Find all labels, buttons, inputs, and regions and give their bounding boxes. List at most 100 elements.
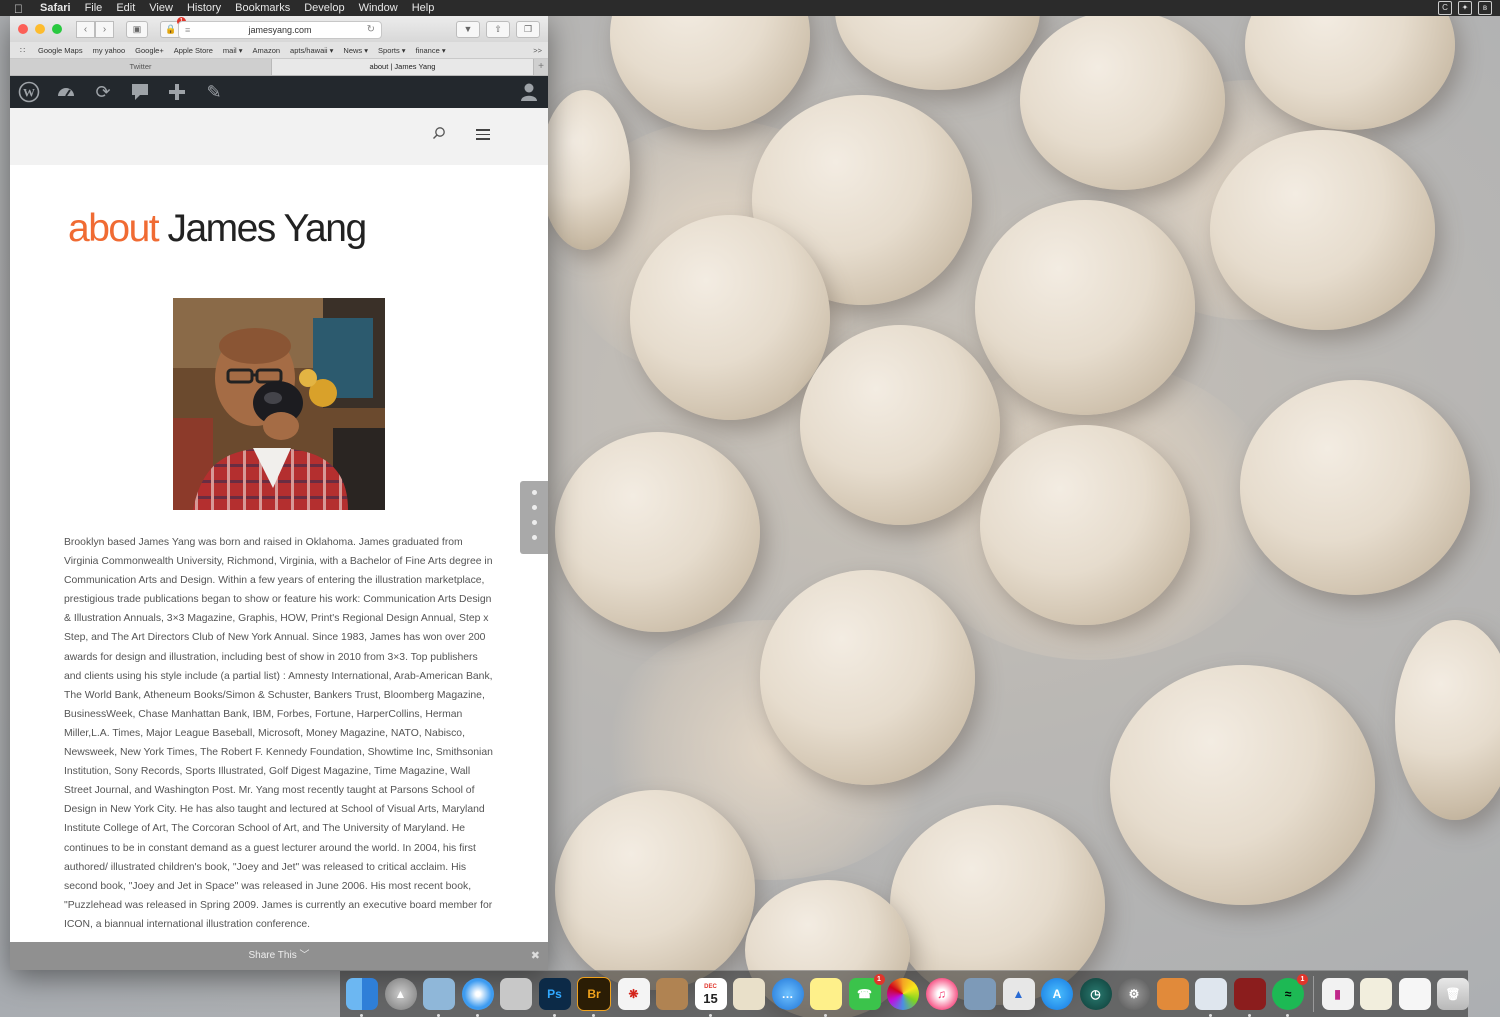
search-icon[interactable]	[432, 126, 446, 140]
spotify-badge: 1	[1297, 974, 1308, 985]
toolbar-right: ▼ ⇧ ❐	[456, 21, 540, 38]
bookmark-amazon[interactable]: Amazon	[253, 46, 281, 55]
bookmarks-bar: ∷ Google Maps my yahoo Google+ Apple Sto…	[10, 42, 548, 59]
page-title-name: James Yang	[158, 207, 367, 250]
time-machine-icon[interactable]: ◷	[1079, 978, 1112, 1010]
bookmark-apple-store[interactable]: Apple Store	[174, 46, 213, 55]
menu-history[interactable]: History	[187, 0, 221, 16]
preview-app-icon[interactable]	[423, 978, 455, 1017]
status-c-icon[interactable]: C	[1438, 1, 1452, 15]
system-preferences-gear-icon[interactable]: ⚙	[1118, 978, 1150, 1010]
menu-extras: C ✦ ʙ	[1438, 1, 1492, 15]
menu-app-name[interactable]: Safari	[40, 0, 71, 16]
dock: ▲ Ps Br ❋ DEC 15 … ☎ 1 ♫ ▲ A ◷ ⚙ ≈1 ▮ 🗑	[340, 970, 1469, 1017]
menu-view[interactable]: View	[149, 0, 173, 16]
ibank-document-icon[interactable]	[1360, 978, 1392, 1010]
bookmark-mail-folder[interactable]: mail ▾	[223, 46, 243, 55]
site-header	[10, 108, 548, 165]
itunes-icon[interactable]: ♫	[925, 978, 958, 1010]
share-close-icon[interactable]: ✖	[531, 942, 540, 970]
bridge-icon[interactable]: Br	[577, 977, 611, 1017]
reader-view-icon[interactable]: ≡	[185, 22, 190, 38]
bookmark-news-folder[interactable]: News ▾	[343, 46, 368, 55]
nav-buttons: ‹ ›	[76, 20, 114, 38]
menu-help[interactable]: Help	[412, 0, 435, 16]
safari-compass-icon[interactable]	[461, 978, 494, 1017]
share-button[interactable]: ⇧	[486, 21, 510, 38]
calculator-icon[interactable]	[1156, 978, 1189, 1010]
bluetooth-icon[interactable]: ʙ	[1478, 1, 1492, 15]
facetime-badge: 1	[873, 974, 885, 985]
finder-icon[interactable]	[346, 978, 378, 1017]
text-document-icon[interactable]	[1398, 978, 1431, 1010]
photo-booth-icon[interactable]	[1233, 978, 1266, 1017]
image-capture-icon[interactable]	[964, 978, 996, 1010]
downloads-button[interactable]: ▼	[456, 21, 480, 38]
launchpad-rocket-icon[interactable]: ▲	[384, 978, 417, 1010]
bookmark-my-yahoo[interactable]: my yahoo	[93, 46, 126, 55]
apple-menu-icon[interactable]: 	[14, 1, 28, 16]
menu-edit[interactable]: Edit	[116, 0, 135, 16]
share-chevron-icon: ﹀	[299, 950, 310, 961]
top-sites-grid-icon[interactable]: ∷	[20, 46, 30, 55]
share-bar[interactable]: Share This ﹀ ✖	[10, 942, 548, 970]
edit-pencil-icon[interactable]: ✎	[203, 81, 225, 103]
author-portrait-photo	[173, 298, 385, 510]
bookmarks-overflow-button[interactable]: >>	[533, 46, 542, 55]
menu-window[interactable]: Window	[359, 0, 398, 16]
preview-photos-icon[interactable]	[733, 978, 765, 1010]
bookmark-google-maps[interactable]: Google Maps	[38, 46, 83, 55]
title-bar: ‹ › ▣ 🔒1 ≡ jamesyang.com ↻ ▼ ⇧ ❐	[10, 16, 548, 42]
facetime-icon[interactable]: ☎ 1	[848, 974, 885, 1010]
bookmark-apts-hawaii-folder[interactable]: apts/hawaii ▾	[290, 46, 333, 55]
tab-about-james-yang[interactable]: about | James Yang	[272, 59, 534, 75]
biography-text: Brooklyn based James Yang was born and r…	[64, 537, 493, 930]
dropbox-icon[interactable]: ✦	[1458, 1, 1472, 15]
printer-icon[interactable]	[500, 978, 532, 1010]
hamburger-menu-icon[interactable]	[476, 129, 490, 143]
calendar-icon[interactable]: DEC 15	[694, 978, 727, 1017]
address-bar[interactable]: ≡ jamesyang.com ↻	[178, 21, 382, 39]
wordpress-logo-icon[interactable]: W	[18, 81, 40, 103]
user-account-icon[interactable]	[518, 81, 540, 103]
photos-icon[interactable]	[887, 978, 919, 1010]
spotify-icon[interactable]: ≈1	[1272, 974, 1308, 1017]
menu-file[interactable]: File	[85, 0, 103, 16]
app-store-icon[interactable]: A	[1041, 978, 1073, 1010]
page-title: about James Yang	[68, 207, 367, 251]
updates-icon[interactable]: ⟳	[92, 81, 114, 103]
page-title-accent: about	[68, 207, 160, 250]
close-window-button[interactable]	[18, 24, 28, 34]
reload-icon[interactable]: ↻	[367, 22, 375, 38]
messages-icon[interactable]: …	[771, 978, 804, 1010]
photoshop-icon[interactable]: Ps	[538, 978, 571, 1017]
notes-icon[interactable]	[810, 978, 842, 1017]
tab-twitter[interactable]: Twitter	[10, 59, 272, 75]
menu-develop[interactable]: Develop	[304, 0, 344, 16]
acrobat-icon[interactable]: ❋	[617, 978, 650, 1010]
bookmark-finance-folder[interactable]: finance ▾	[416, 46, 446, 55]
contacts-book-icon[interactable]	[656, 978, 688, 1010]
zoom-window-button[interactable]	[52, 24, 62, 34]
tabs-overview-button[interactable]: ❐	[516, 21, 540, 38]
url-text: jamesyang.com	[248, 25, 312, 35]
forward-button[interactable]: ›	[95, 20, 114, 38]
keynote-icon[interactable]: ▲	[1002, 978, 1035, 1010]
document-stack-icon[interactable]: ▮	[1321, 978, 1354, 1010]
new-tab-button[interactable]: +	[534, 59, 548, 75]
sidebar-toggle-button[interactable]: ▣	[126, 20, 148, 38]
bookmark-sports-folder[interactable]: Sports ▾	[378, 46, 406, 55]
new-content-plus-icon[interactable]	[166, 81, 188, 103]
bookmark-google-plus[interactable]: Google+	[135, 46, 164, 55]
svg-text:W: W	[23, 86, 35, 100]
minimize-window-button[interactable]	[35, 24, 45, 34]
section-navigation-dots[interactable]	[520, 481, 548, 554]
comments-icon[interactable]	[129, 81, 151, 103]
dashboard-icon[interactable]	[55, 81, 77, 103]
menu-bookmarks[interactable]: Bookmarks	[235, 0, 290, 16]
back-button[interactable]: ‹	[76, 20, 95, 38]
trash-icon[interactable]: 🗑	[1437, 978, 1469, 1010]
safari-window: ‹ › ▣ 🔒1 ≡ jamesyang.com ↻ ▼ ⇧ ❐ ∷ Googl…	[10, 16, 548, 970]
menu-bar:  Safari File Edit View History Bookmark…	[0, 0, 1500, 16]
scanner-icon[interactable]	[1195, 978, 1227, 1017]
